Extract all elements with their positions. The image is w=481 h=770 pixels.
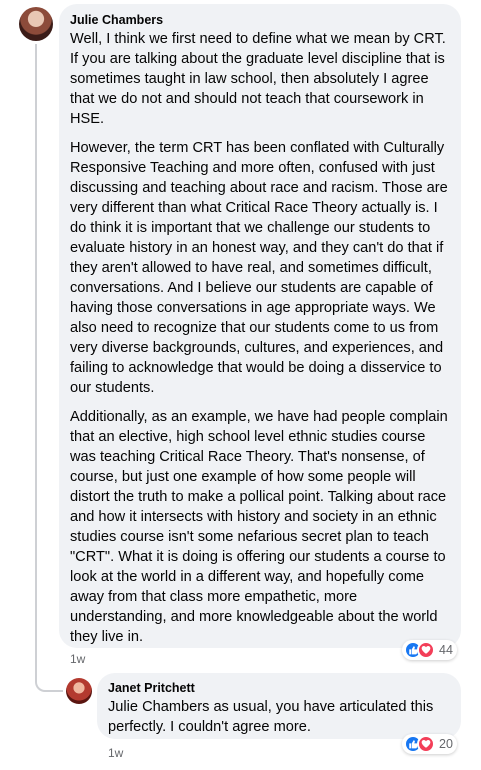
avatar[interactable]	[19, 7, 53, 41]
love-icon	[417, 641, 435, 659]
reply-bubble: Janet Pritchett Julie Chambers as usual,…	[97, 673, 461, 739]
comment-paragraph: However, the term CRT has been conflated…	[70, 140, 448, 396]
reaction-count: 44	[439, 643, 453, 657]
reply-author-name[interactable]: Janet Pritchett	[108, 680, 449, 696]
reaction-summary[interactable]: 20	[402, 734, 457, 754]
avatar[interactable]	[66, 678, 92, 704]
comment-author-name[interactable]: Julie Chambers	[70, 12, 449, 28]
reply-text: Julie Chambers as usual, you have articu…	[108, 699, 434, 735]
reply-timestamp[interactable]: 1w	[108, 746, 123, 760]
love-icon	[417, 735, 435, 753]
comment-bubble: Julie Chambers Well, I think we first ne…	[59, 4, 461, 648]
comment-paragraph: Additionally, as an example, we have had…	[70, 409, 448, 645]
reaction-count: 20	[439, 737, 453, 751]
comment-timestamp[interactable]: 1w	[70, 652, 85, 666]
reaction-summary[interactable]: 44	[402, 640, 457, 660]
comment-paragraph: Well, I think we first need to define wh…	[70, 31, 446, 127]
